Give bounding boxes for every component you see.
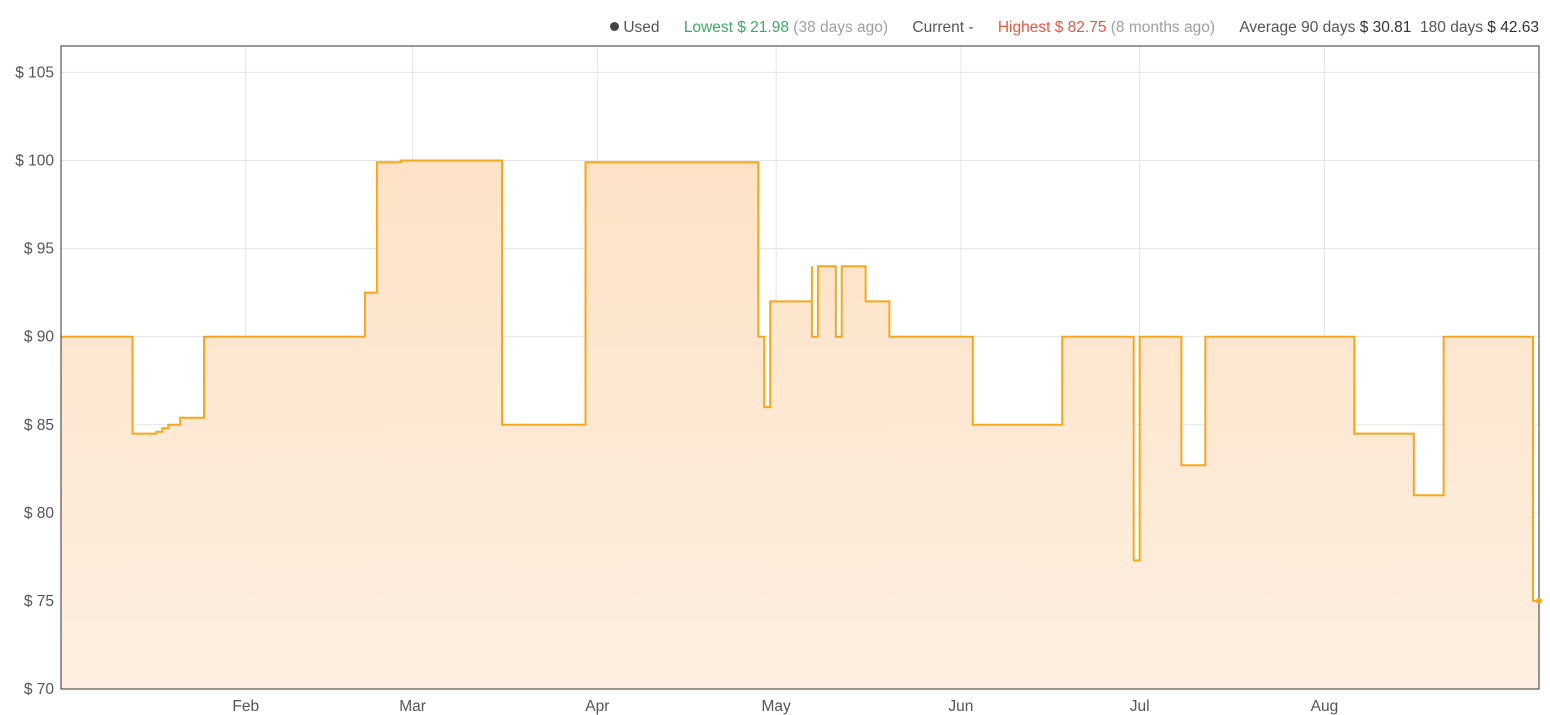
y-tick-label: $ 75 [24, 593, 54, 610]
y-tick-label: $ 90 [24, 329, 55, 346]
y-tick-label: $ 70 [24, 681, 55, 698]
x-tick-label: Feb [232, 698, 259, 715]
y-tick-label: $ 95 [24, 241, 54, 258]
x-tick-label: Jun [948, 698, 973, 715]
used-price-area [61, 160, 1539, 689]
x-axis-labels: Feb Mar Apr May Jun Jul Aug [232, 698, 1338, 715]
price-history-chart[interactable]: $ 70 $ 75 $ 80 $ 85 $ 90 $ 95 $ 100 $ 105 Feb Ma… [0, 0, 1550, 715]
current-price-point[interactable] [1536, 597, 1542, 604]
x-tick-label: Mar [399, 698, 426, 715]
y-axis-labels: $ 70 $ 75 $ 80 $ 85 $ 90 $ 95 $ 100 $ 105 [15, 64, 54, 698]
y-tick-label: $ 105 [15, 64, 54, 81]
y-tick-label: $ 80 [24, 505, 55, 522]
x-tick-label: Jul [1130, 698, 1150, 715]
x-tick-label: Apr [585, 698, 609, 715]
x-tick-label: May [762, 698, 792, 715]
y-tick-label: $ 100 [15, 153, 54, 170]
x-tick-label: Aug [1311, 698, 1339, 715]
y-tick-label: $ 85 [24, 417, 54, 434]
